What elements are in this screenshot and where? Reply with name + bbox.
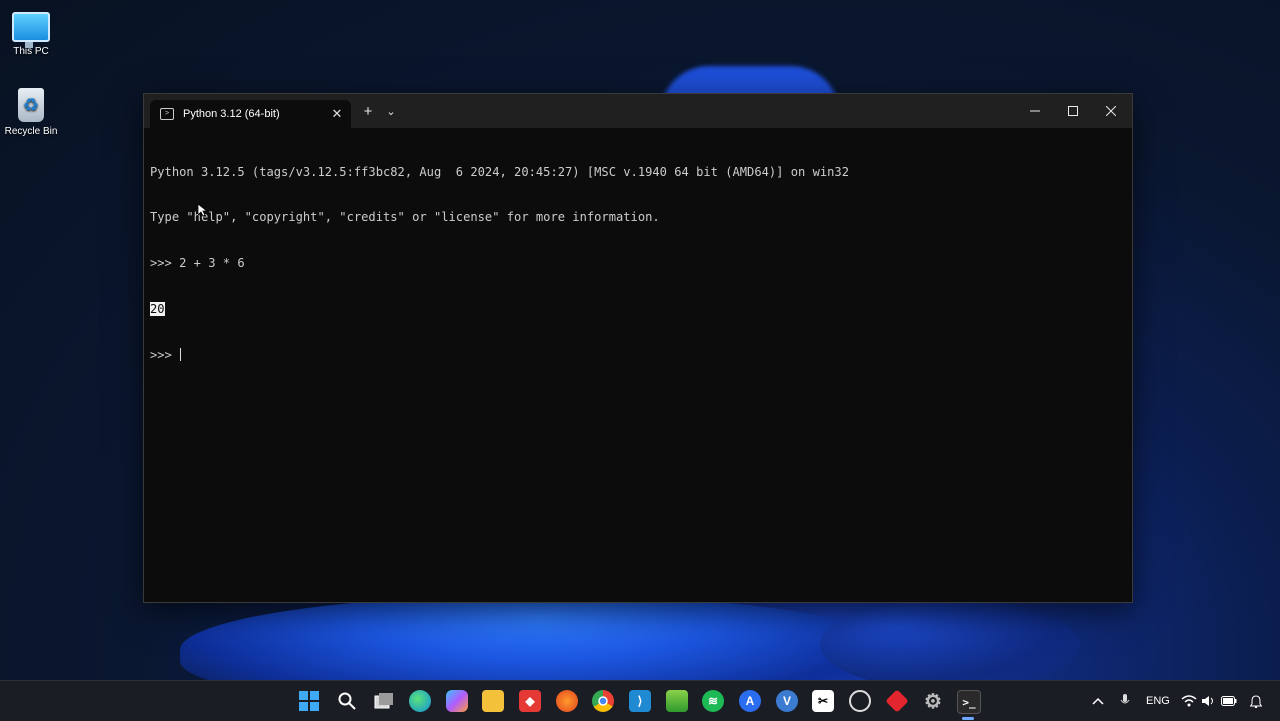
recycle-bin-icon: ♻ — [18, 88, 44, 122]
edge-icon[interactable] — [409, 690, 431, 712]
title-bar[interactable]: > Python 3.12 (64-bit) ✕ + ⌄ — [144, 94, 1132, 128]
start-icon[interactable] — [298, 690, 320, 712]
app-store-icon[interactable]: A — [739, 690, 761, 712]
taskbar: ◆ ⟩ ≋ A V ✂ ⚙ >_ ENG — [0, 680, 1280, 721]
terminal-icon[interactable]: >_ — [957, 690, 981, 714]
desktop-icon-recycle-bin[interactable]: ♻ Recycle Bin — [0, 88, 62, 137]
capcut-icon[interactable]: ✂ — [812, 690, 834, 712]
gift-app-icon[interactable] — [885, 689, 909, 713]
terminal-window: > Python 3.12 (64-bit) ✕ + ⌄ Python 3.12… — [143, 93, 1133, 603]
battery-icon[interactable] — [1221, 681, 1237, 721]
volume-icon[interactable] — [1201, 681, 1217, 721]
console-line: Python 3.12.5 (tags/v3.12.5:ff3bc82, Aug… — [150, 164, 849, 179]
desktop-icon-label: Recycle Bin — [4, 126, 58, 137]
tab-dropdown-button[interactable]: ⌄ — [376, 94, 406, 128]
tray-overflow-icon[interactable] — [1092, 681, 1104, 721]
minimize-icon — [1030, 110, 1040, 112]
file-explorer-icon[interactable] — [482, 690, 504, 712]
wallpaper-bloom-right — [820, 600, 1080, 690]
monitor-icon — [12, 12, 50, 48]
console-result-line: 20 — [150, 302, 1122, 317]
copilot-icon[interactable] — [446, 690, 468, 712]
wifi-icon[interactable] — [1181, 681, 1197, 721]
spotify-icon[interactable]: ≋ — [702, 690, 724, 712]
minimize-button[interactable] — [1016, 94, 1054, 128]
close-button[interactable] — [1092, 94, 1130, 128]
chrome-icon[interactable] — [592, 690, 614, 712]
notification-icon[interactable] — [1250, 681, 1262, 721]
vyond-icon[interactable]: V — [776, 690, 798, 712]
firefox-icon[interactable] — [556, 690, 578, 712]
prompt: >>> — [150, 348, 180, 363]
anydesk-icon[interactable]: ◆ — [519, 690, 541, 712]
maximize-icon — [1068, 106, 1078, 116]
tab-python[interactable]: > Python 3.12 (64-bit) ✕ — [150, 100, 351, 128]
maximize-button[interactable] — [1054, 94, 1092, 128]
microphone-icon[interactable] — [1120, 681, 1130, 721]
desktop-icon-this-pc[interactable]: This PC — [0, 8, 62, 57]
vscode-icon[interactable]: ⟩ — [629, 690, 651, 712]
console-line: >>> 2 + 3 * 6 — [150, 256, 245, 271]
console-icon: > — [160, 108, 174, 120]
console-output[interactable]: Python 3.12.5 (tags/v3.12.5:ff3bc82, Aug… — [150, 134, 1122, 592]
tab-title: Python 3.12 (64-bit) — [183, 108, 280, 120]
text-caret — [180, 348, 182, 362]
task-view-icon[interactable] — [373, 690, 395, 712]
github-icon[interactable] — [849, 690, 871, 712]
console-prompt-line[interactable]: >>> — [150, 348, 1122, 363]
tab-close-button[interactable]: ✕ — [325, 106, 349, 122]
search-icon[interactable] — [336, 690, 358, 712]
selected-result: 20 — [150, 302, 165, 317]
bluestacks-icon[interactable] — [666, 690, 688, 712]
close-icon — [1106, 106, 1116, 116]
settings-icon[interactable]: ⚙ — [922, 690, 944, 713]
language-indicator[interactable]: ENG — [1146, 681, 1170, 721]
console-line: Type "help", "copyright", "credits" or "… — [150, 210, 660, 225]
